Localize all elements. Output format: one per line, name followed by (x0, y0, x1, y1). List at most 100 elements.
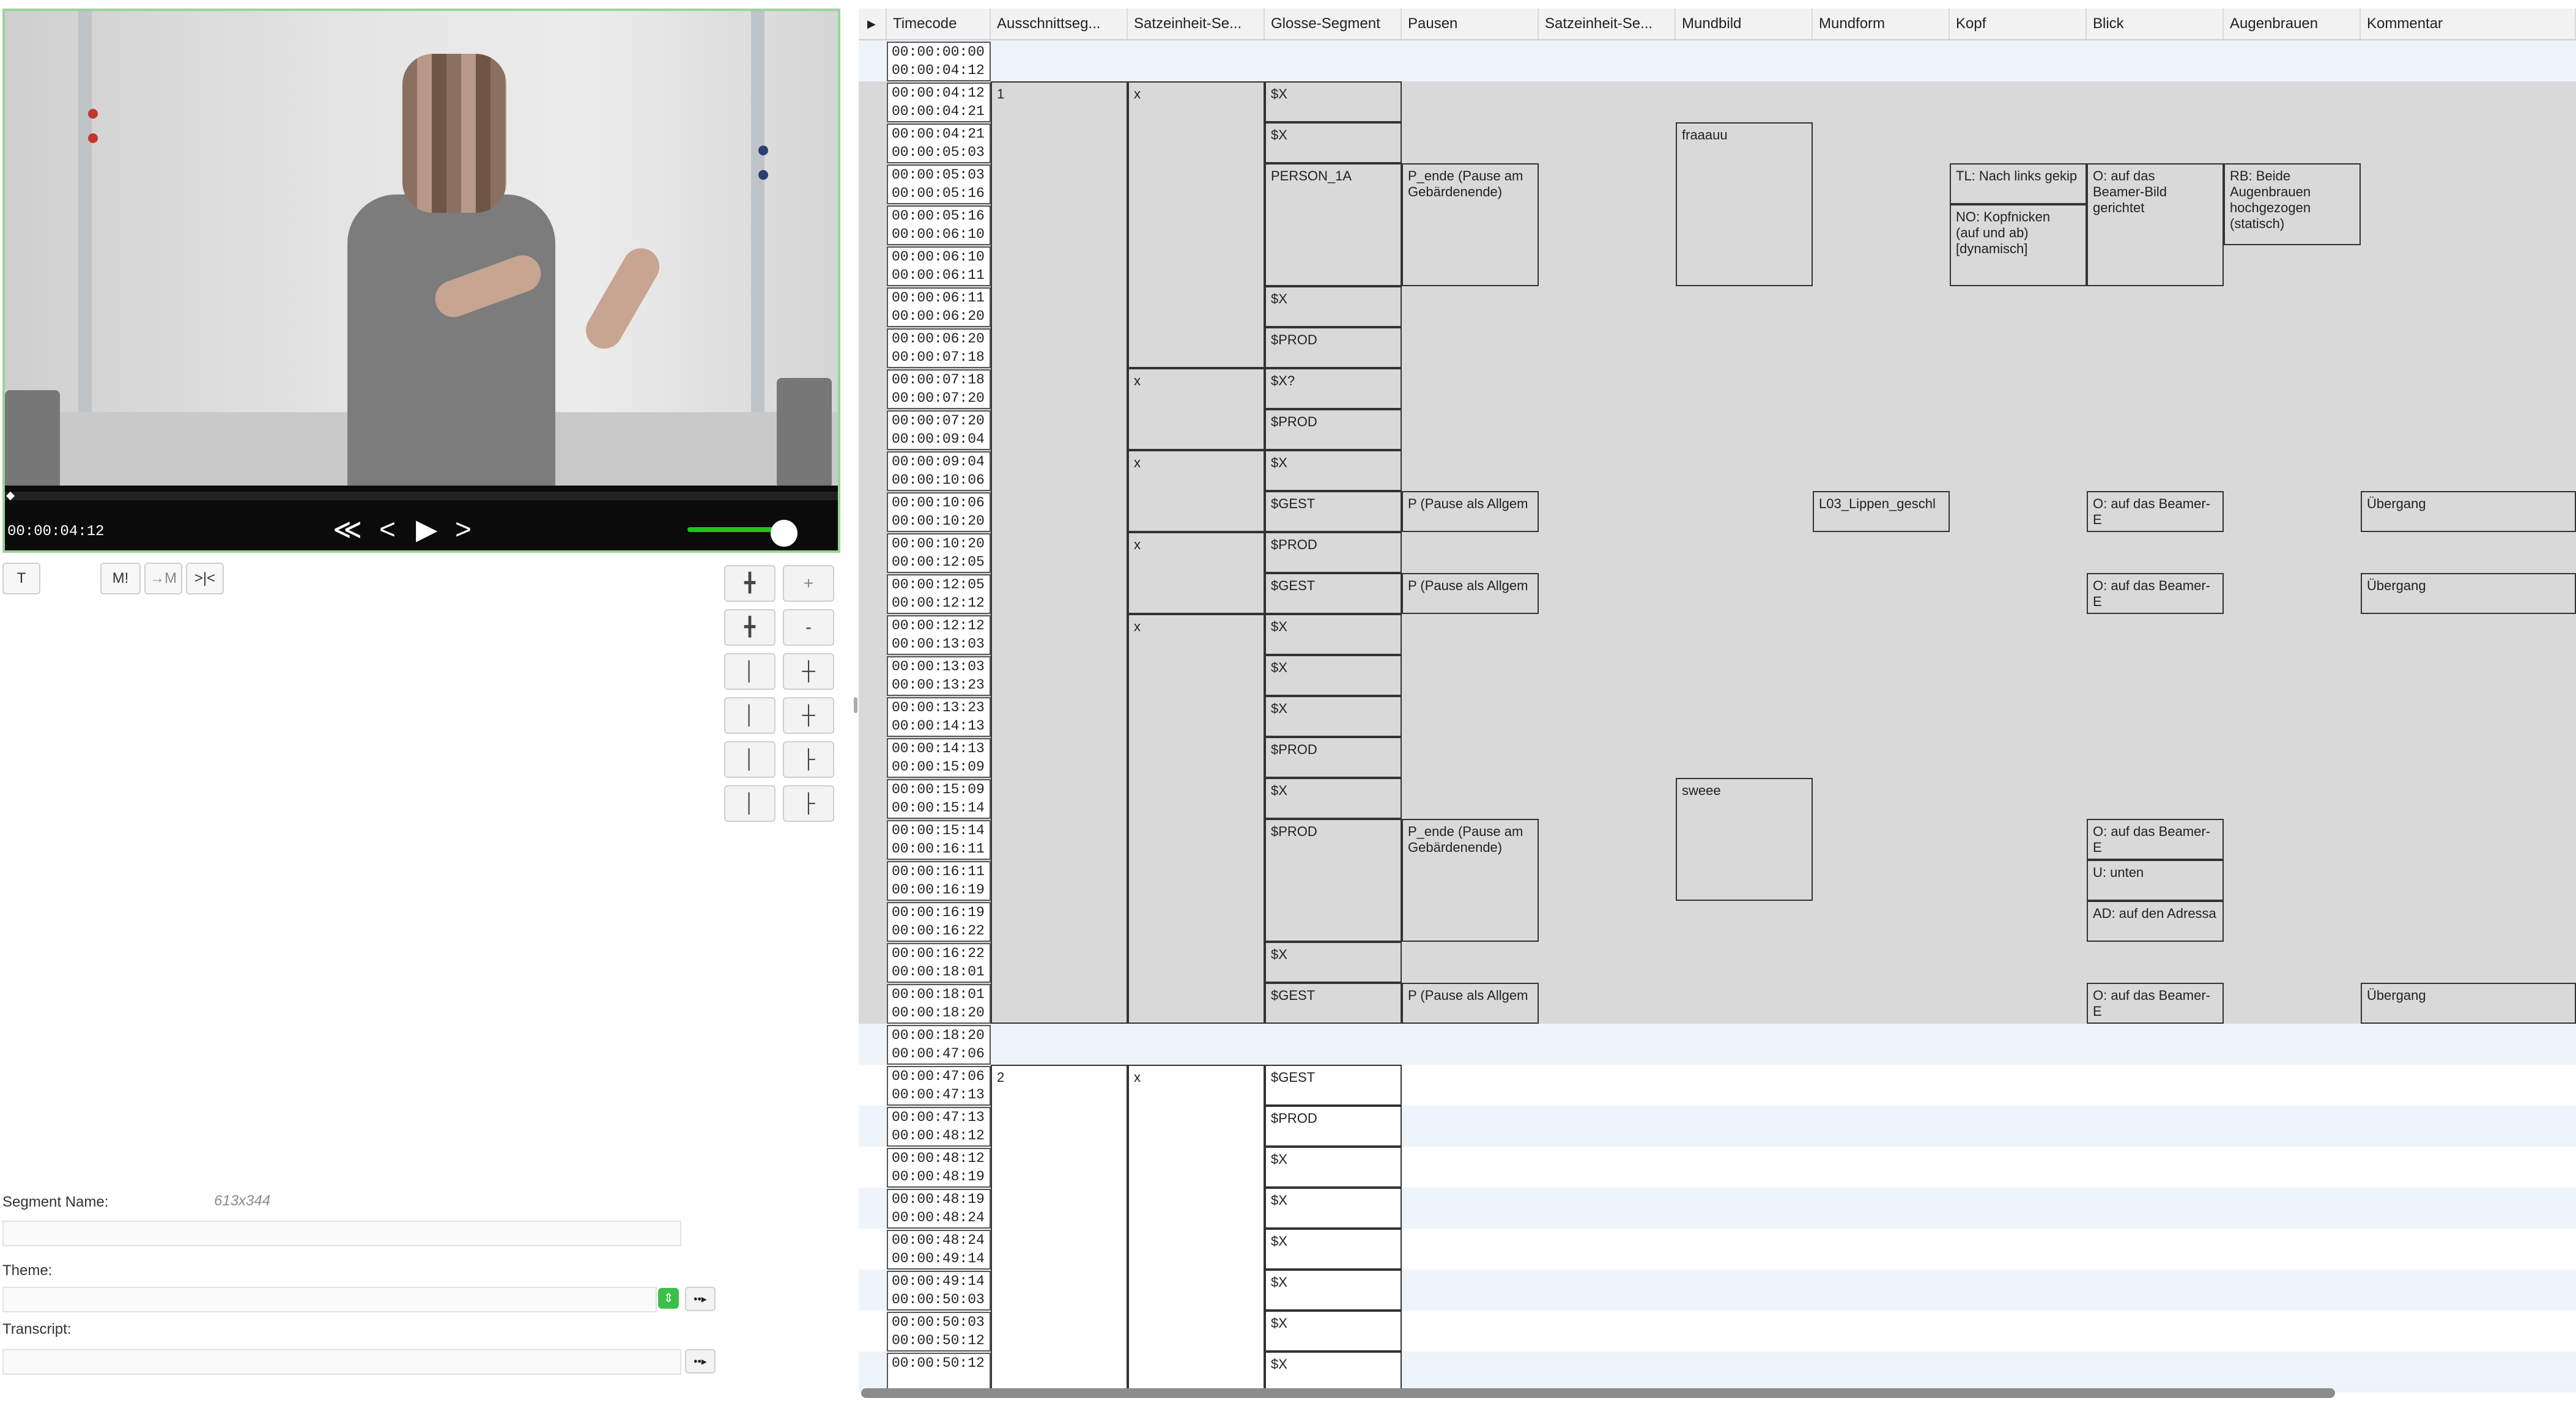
annotation-segment[interactable]: $X (1265, 942, 1402, 983)
timecode-cell[interactable]: 00:00:49:14 00:00:50:03 (887, 1271, 991, 1311)
timecode-cell[interactable]: 00:00:50:12 (887, 1353, 991, 1392)
annotation-segment[interactable]: P (Pause als Allgem (1402, 573, 1539, 614)
annotation-segment[interactable]: $X (1265, 450, 1402, 491)
timecode-cell[interactable]: 00:00:48:19 00:00:48:24 (887, 1189, 991, 1229)
layout-top-icon[interactable]: ┼ (783, 653, 834, 690)
extend-up-icon[interactable]: │ (724, 741, 775, 778)
annotation-segment[interactable]: $PROD (1265, 819, 1402, 942)
layout-left-icon[interactable]: ├ (783, 741, 834, 778)
timecode-cell[interactable]: 00:00:47:06 00:00:47:13 (887, 1066, 991, 1106)
theme-dropdown-icon[interactable]: ⇕ (658, 1288, 679, 1309)
timecode-cell[interactable]: 00:00:47:13 00:00:48:12 (887, 1107, 991, 1147)
annotation-segment[interactable]: $X (1265, 81, 1402, 122)
timecode-cell[interactable]: 00:00:18:20 00:00:47:06 (887, 1025, 991, 1065)
timecode-cell[interactable]: 00:00:05:16 00:00:06:10 (887, 205, 991, 245)
timecode-cell[interactable]: 00:00:50:03 00:00:50:12 (887, 1312, 991, 1352)
annotation-segment[interactable]: $X (1265, 1147, 1402, 1188)
annotation-segment[interactable]: P_ende (Pause am Gebärdenende) (1402, 819, 1539, 942)
timecode-cell[interactable]: 00:00:10:20 00:00:12:05 (887, 533, 991, 573)
annotation-segment[interactable]: $X (1265, 1229, 1402, 1270)
annotation-segment[interactable]: $X (1265, 1188, 1402, 1229)
annotation-segment[interactable]: $X (1265, 1270, 1402, 1311)
annotation-segment[interactable]: $GEST (1265, 573, 1402, 614)
split-segment-icon[interactable]: ╋ (724, 565, 775, 602)
timecode-cell[interactable]: 00:00:06:10 00:00:06:11 (887, 246, 991, 286)
timecode-cell[interactable]: 00:00:05:03 00:00:05:16 (887, 165, 991, 204)
rewind-button[interactable]: ≪ (333, 515, 362, 543)
annotation-segment[interactable]: U: unten (2087, 860, 2224, 901)
column-header[interactable]: Ausschnittseg... (991, 9, 1128, 39)
column-header[interactable]: Blick (2087, 9, 2224, 39)
annotation-segment[interactable]: $X (1265, 696, 1402, 737)
annotation-segment[interactable]: 1 (991, 81, 1128, 1024)
step-forward-button[interactable]: > (455, 515, 472, 543)
annotation-segment[interactable]: $X (1265, 1311, 1402, 1352)
step-back-button[interactable]: < (379, 515, 396, 543)
column-header[interactable]: Glosse-Segment (1265, 9, 1402, 39)
horizontal-scrollbar[interactable] (861, 1388, 2335, 1398)
remove-row-button[interactable]: - (783, 609, 834, 646)
timecode-cell[interactable]: 00:00:15:14 00:00:16:11 (887, 820, 991, 860)
timecode-cell[interactable]: 00:00:13:03 00:00:13:23 (887, 656, 991, 696)
mark-button[interactable]: M! (100, 563, 141, 594)
panel-splitter[interactable] (854, 697, 857, 713)
split-up-icon[interactable]: │ (724, 653, 775, 690)
column-header[interactable]: Kopf (1950, 9, 2087, 39)
annotation-segment[interactable]: Übergang (2361, 573, 2576, 614)
annotation-segment[interactable]: $X (1265, 614, 1402, 655)
annotation-segment[interactable]: O: auf das Beamer-Bild gerichtet (2087, 163, 2224, 286)
annotation-segment[interactable]: PERSON_1A (1265, 163, 1402, 286)
timecode-cell[interactable]: 00:00:16:11 00:00:16:19 (887, 861, 991, 901)
annotation-segment[interactable]: AD: auf den Adressa (2087, 901, 2224, 942)
annotation-segment[interactable]: $X? (1265, 368, 1402, 409)
annotation-segment[interactable]: P (Pause als Allgem (1402, 491, 1539, 532)
annotation-segment[interactable]: $GEST (1265, 491, 1402, 532)
add-row-button[interactable]: + (783, 565, 834, 602)
timecode-cell[interactable]: 00:00:04:21 00:00:05:03 (887, 124, 991, 163)
timecode-cell[interactable]: 00:00:04:12 00:00:04:21 (887, 83, 991, 122)
timecode-cell[interactable]: 00:00:16:22 00:00:18:01 (887, 943, 991, 983)
column-header[interactable]: Timecode (887, 9, 991, 39)
annotation-segment[interactable]: x (1128, 1065, 1265, 1392)
theme-apply-button[interactable]: ••▸ (685, 1287, 716, 1311)
annotation-segment[interactable]: $X (1265, 286, 1402, 327)
annotation-segment[interactable]: O: auf das Beamer-E (2087, 491, 2224, 532)
timecode-cell[interactable]: 00:00:12:12 00:00:13:03 (887, 615, 991, 655)
annotation-segment[interactable]: $PROD (1265, 532, 1402, 573)
annotation-segment[interactable]: x (1128, 614, 1265, 1024)
annotation-segment[interactable]: Übergang (2361, 491, 2576, 532)
annotation-segment[interactable]: 2 (991, 1065, 1128, 1392)
volume-knob[interactable] (771, 520, 798, 547)
annotation-segment[interactable]: x (1128, 81, 1265, 368)
transcript-apply-button[interactable]: ••▸ (685, 1349, 716, 1374)
layout-right-icon[interactable]: ├ (783, 785, 834, 822)
timecode-cell[interactable]: 00:00:15:09 00:00:15:14 (887, 779, 991, 819)
column-header[interactable]: Kommentar (2361, 9, 2576, 39)
annotation-segment[interactable]: $PROD (1265, 409, 1402, 450)
theme-select[interactable] (2, 1287, 657, 1312)
annotation-segment[interactable]: x (1128, 368, 1265, 450)
annotation-segment[interactable]: $GEST (1265, 1065, 1402, 1106)
annotation-segment[interactable]: $PROD (1265, 1106, 1402, 1147)
video-player[interactable]: 00:00:04:12 ≪ < ▶ > (2, 9, 840, 553)
split-down-icon[interactable]: │ (724, 697, 775, 734)
transcript-input[interactable] (2, 1349, 681, 1375)
column-header[interactable]: Satzeinheit-Se... (1128, 9, 1265, 39)
annotation-segment[interactable]: $PROD (1265, 327, 1402, 368)
annotation-segment[interactable]: RB: Beide Augenbrauen hochgezogen (stati… (2224, 163, 2361, 245)
annotation-segment[interactable]: $X (1265, 1352, 1402, 1392)
timecode-cell[interactable]: 00:00:00:00 00:00:04:12 (887, 42, 991, 81)
timecode-cell[interactable]: 00:00:06:20 00:00:07:18 (887, 328, 991, 368)
annotation-segment[interactable]: sweee (1676, 778, 1813, 901)
timecode-cell[interactable]: 00:00:14:13 00:00:15:09 (887, 738, 991, 778)
layout-bottom-icon[interactable]: ┼ (783, 697, 834, 734)
timecode-cell[interactable]: 00:00:13:23 00:00:14:13 (887, 697, 991, 737)
timecode-cell[interactable]: 00:00:16:19 00:00:16:22 (887, 902, 991, 942)
trim-button[interactable]: >|< (186, 563, 224, 594)
merge-segment-icon[interactable]: ╋ (724, 609, 775, 646)
annotation-segment[interactable]: $GEST (1265, 983, 1402, 1024)
column-header[interactable]: Satzeinheit-Se... (1539, 9, 1676, 39)
timecode-cell[interactable]: 00:00:06:11 00:00:06:20 (887, 287, 991, 327)
segment-name-input[interactable] (2, 1221, 681, 1246)
annotation-segment[interactable]: $X (1265, 655, 1402, 696)
